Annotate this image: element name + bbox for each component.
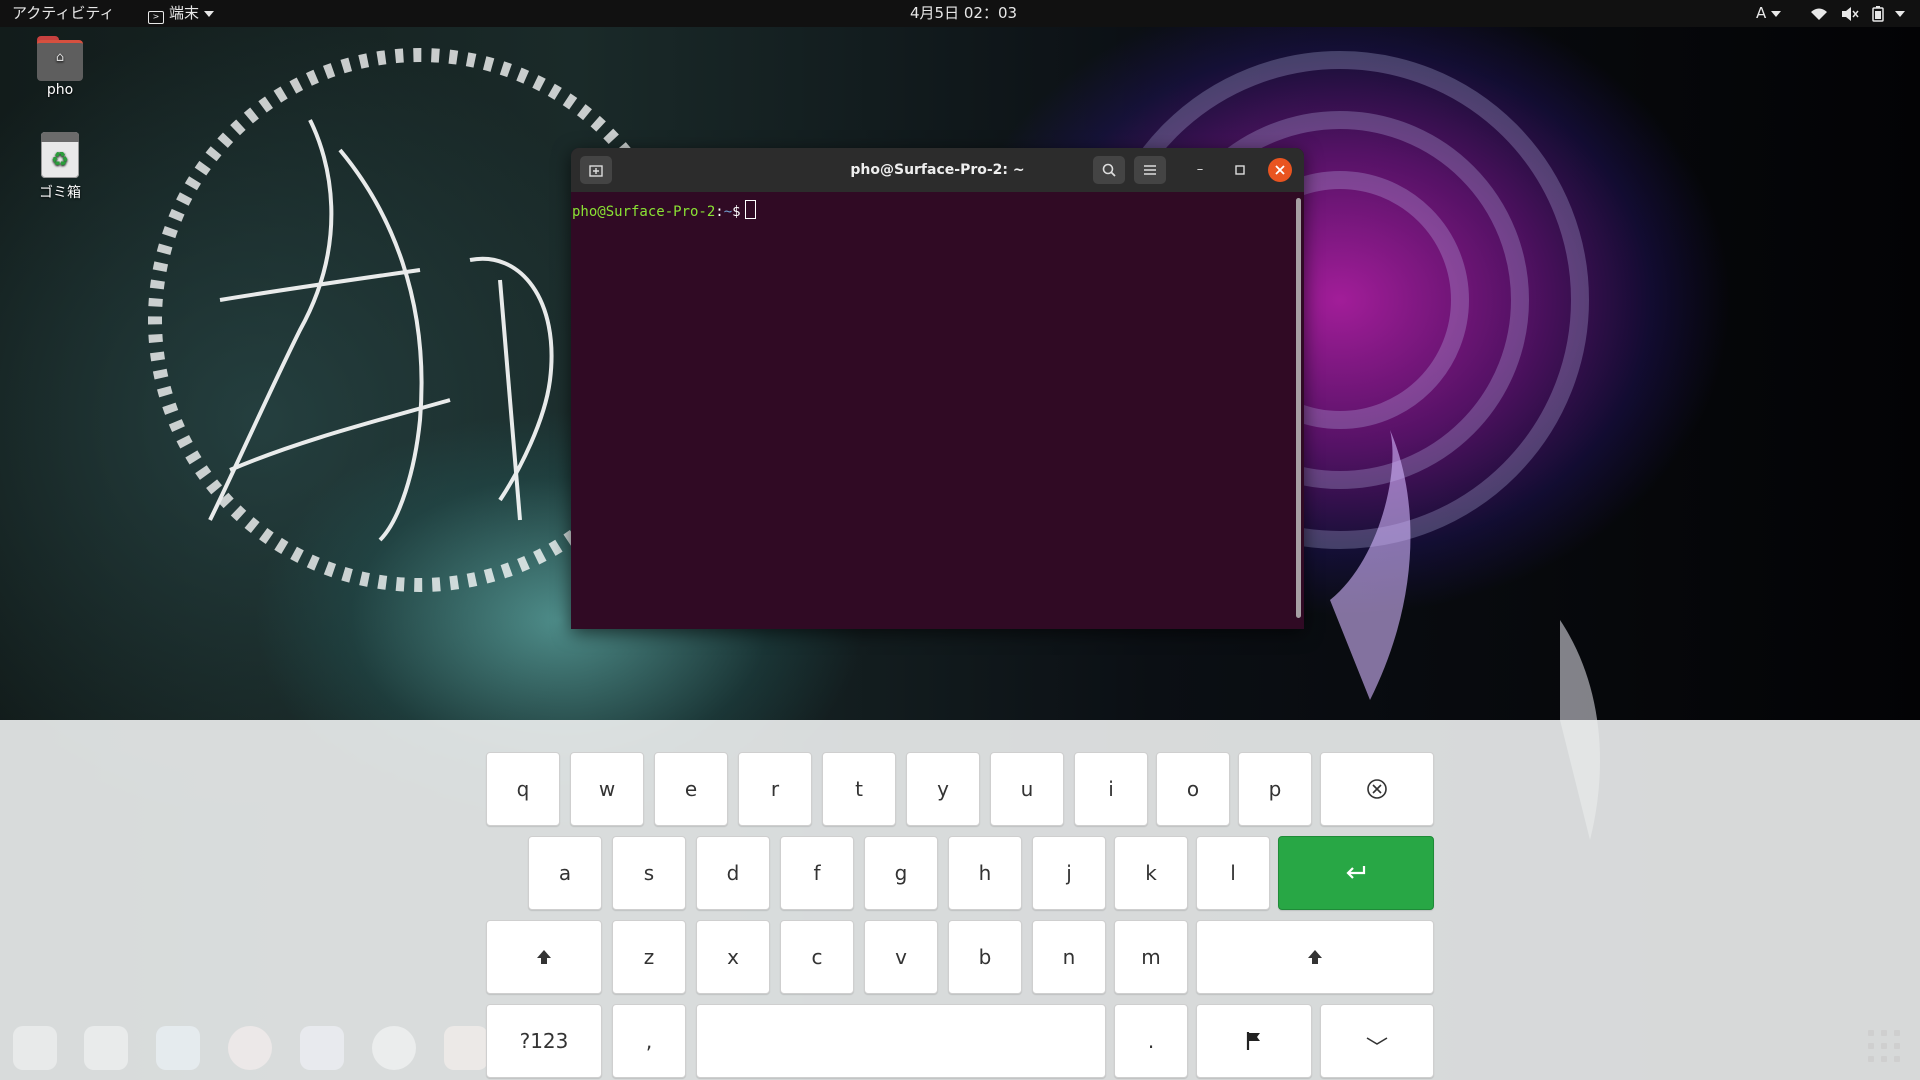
- desktop-icon-trash[interactable]: ♻ ゴミ箱: [15, 132, 105, 202]
- terminal-scrollbar[interactable]: [1296, 198, 1301, 618]
- comma-key[interactable]: ,: [612, 1004, 686, 1078]
- terminal-app-icon: >: [148, 11, 164, 24]
- key-p[interactable]: p: [1238, 752, 1312, 826]
- key-o[interactable]: o: [1156, 752, 1230, 826]
- key-c[interactable]: c: [780, 920, 854, 994]
- search-button[interactable]: [1093, 156, 1125, 184]
- close-icon: [1275, 164, 1285, 175]
- key-n[interactable]: n: [1032, 920, 1106, 994]
- maximize-button[interactable]: [1228, 158, 1252, 182]
- key-g[interactable]: g: [864, 836, 938, 910]
- enter-key[interactable]: [1278, 836, 1434, 910]
- trash-icon: ♻: [41, 132, 79, 178]
- chevron-down-icon: [1771, 10, 1782, 17]
- terminal-window[interactable]: pho@Surface-Pro-2: ~ – pho@Surface-Pro-2…: [571, 148, 1304, 629]
- key-t[interactable]: t: [822, 752, 896, 826]
- enter-icon: [1346, 866, 1366, 879]
- input-method-label: A: [1756, 4, 1767, 22]
- key-w[interactable]: w: [570, 752, 644, 826]
- battery-icon: [1871, 5, 1884, 22]
- chevron-down-icon: [1366, 1037, 1388, 1045]
- wifi-icon: [1811, 8, 1827, 20]
- home-folder-icon: ⌂: [37, 36, 83, 81]
- desktop-icon-label: ゴミ箱: [39, 185, 81, 201]
- prompt-separator: :: [715, 204, 724, 220]
- minimize-button[interactable]: –: [1188, 158, 1212, 182]
- on-screen-keyboard: q w e r t y u i o p a s d f g h j k l z …: [0, 720, 1920, 1080]
- volume-muted-icon: [1841, 6, 1859, 21]
- menu-button[interactable]: [1134, 156, 1166, 184]
- space-key[interactable]: [696, 1004, 1106, 1078]
- app-menu-label: 端末: [169, 4, 200, 22]
- terminal-content[interactable]: pho@Surface-Pro-2:~$: [571, 192, 1304, 629]
- prompt-symbol: $: [732, 204, 741, 220]
- key-k[interactable]: k: [1114, 836, 1188, 910]
- key-j[interactable]: j: [1032, 836, 1106, 910]
- backspace-icon: [1367, 779, 1387, 799]
- show-applications-button[interactable]: [1868, 1030, 1902, 1064]
- key-u[interactable]: u: [990, 752, 1064, 826]
- text-cursor: [744, 200, 756, 219]
- key-y[interactable]: y: [906, 752, 980, 826]
- key-a[interactable]: a: [528, 836, 602, 910]
- activities-button[interactable]: アクティビティ: [12, 0, 114, 27]
- prompt-line: pho@Surface-Pro-2:~$: [572, 200, 756, 220]
- period-key[interactable]: .: [1114, 1004, 1188, 1078]
- key-e[interactable]: e: [654, 752, 728, 826]
- shift-key-right[interactable]: [1196, 920, 1434, 994]
- desktop-icon-label: pho: [46, 82, 74, 98]
- shift-icon: [537, 950, 551, 964]
- search-icon: [1102, 163, 1116, 177]
- key-m[interactable]: m: [1114, 920, 1188, 994]
- prompt-user-host: pho@Surface-Pro-2: [572, 204, 716, 220]
- hamburger-menu-icon: [1144, 165, 1156, 175]
- minimize-icon: –: [1196, 162, 1204, 177]
- language-key[interactable]: [1196, 1004, 1312, 1078]
- key-i[interactable]: i: [1074, 752, 1148, 826]
- key-l[interactable]: l: [1196, 836, 1270, 910]
- key-x[interactable]: x: [696, 920, 770, 994]
- maximize-icon: [1235, 164, 1245, 175]
- top-bar: アクティビティ > 端末 4月5日 02：03 A: [0, 0, 1920, 27]
- desktop-icon-home[interactable]: ⌂ pho: [15, 36, 105, 98]
- shift-icon: [1308, 950, 1322, 964]
- key-b[interactable]: b: [948, 920, 1022, 994]
- clock[interactable]: 4月5日 02：03: [910, 0, 1017, 27]
- key-h[interactable]: h: [948, 836, 1022, 910]
- key-f[interactable]: f: [780, 836, 854, 910]
- key-s[interactable]: s: [612, 836, 686, 910]
- key-z[interactable]: z: [612, 920, 686, 994]
- app-menu[interactable]: > 端末: [148, 0, 215, 27]
- key-v[interactable]: v: [864, 920, 938, 994]
- numbers-key[interactable]: ?123: [486, 1004, 602, 1078]
- shift-key-left[interactable]: [486, 920, 602, 994]
- flag-icon: [1246, 1032, 1260, 1050]
- input-method-indicator[interactable]: A: [1756, 0, 1782, 27]
- prompt-path: ~: [723, 204, 733, 220]
- system-status-menu[interactable]: [1810, 0, 1905, 27]
- chevron-down-icon: [1894, 10, 1905, 17]
- terminal-titlebar[interactable]: pho@Surface-Pro-2: ~ –: [571, 148, 1304, 192]
- hide-keyboard-key[interactable]: [1320, 1004, 1434, 1078]
- close-button[interactable]: [1268, 158, 1292, 182]
- backspace-key[interactable]: [1320, 752, 1434, 826]
- key-d[interactable]: d: [696, 836, 770, 910]
- key-r[interactable]: r: [738, 752, 812, 826]
- key-q[interactable]: q: [486, 752, 560, 826]
- chevron-down-icon: [204, 10, 215, 17]
